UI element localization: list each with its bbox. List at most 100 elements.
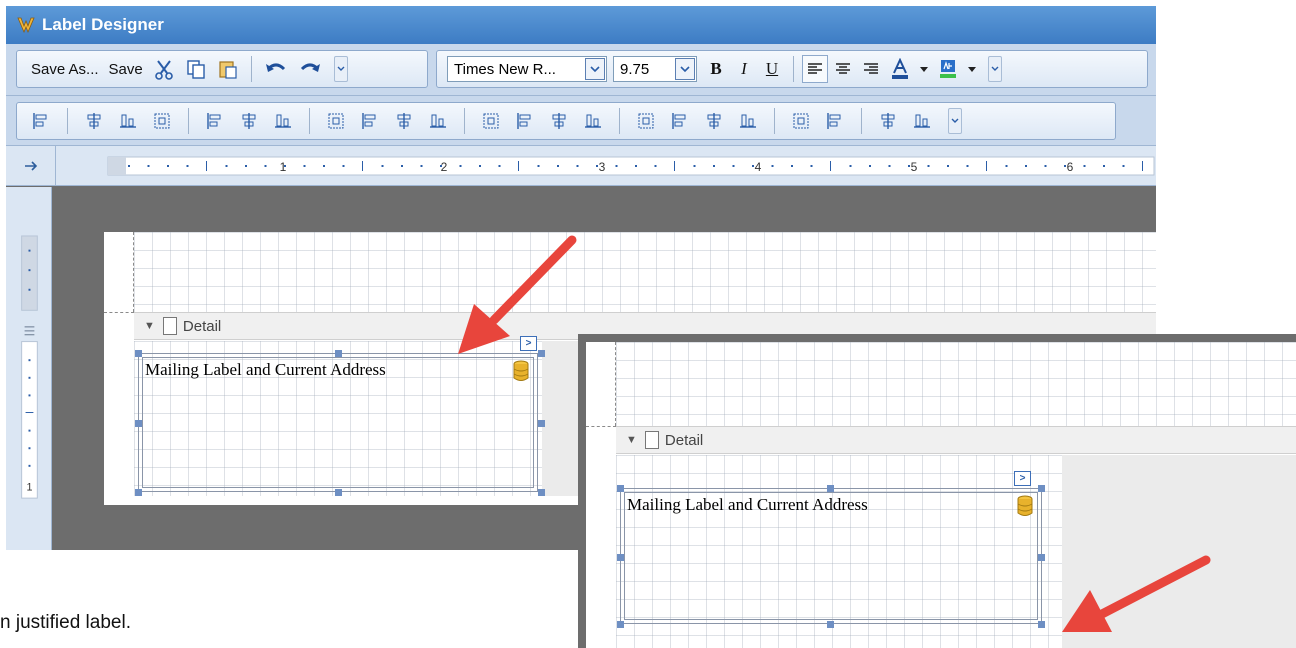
mailing-label-control[interactable]: Mailing Label and Current Address <box>138 353 538 492</box>
save-button[interactable]: Save <box>105 55 147 83</box>
horizontal-increase-spacing-button[interactable] <box>511 107 539 135</box>
center-horizontally-button[interactable] <box>787 107 815 135</box>
ruler-tick <box>167 165 169 167</box>
horizontal-equal-spacing-button[interactable] <box>477 107 505 135</box>
resize-handle[interactable] <box>827 485 834 492</box>
center-vertically-button[interactable] <box>821 107 849 135</box>
font-size-combo[interactable]: 9.75 <box>613 56 697 82</box>
resize-handle[interactable] <box>538 489 545 496</box>
resize-handle[interactable] <box>135 350 142 357</box>
font-name-combo[interactable]: Times New R... <box>447 56 607 82</box>
collapse-triangle-icon[interactable]: ▼ <box>626 434 637 446</box>
database-icon <box>513 360 529 381</box>
band-icon <box>644 431 659 449</box>
resize-handle[interactable] <box>617 485 624 492</box>
resize-handle[interactable] <box>1038 621 1045 628</box>
make-same-size-button[interactable] <box>424 107 452 135</box>
font-color-dropdown[interactable] <box>916 55 932 83</box>
make-same-width-icon <box>362 113 376 129</box>
resize-handle[interactable] <box>1038 554 1045 561</box>
resize-handle[interactable] <box>827 621 834 628</box>
italic-button[interactable]: I <box>731 55 757 83</box>
resize-handle[interactable] <box>1038 485 1045 492</box>
ruler-tick <box>303 165 306 167</box>
inset-mailing-label-control[interactable]: Mailing Label and Current Address <box>620 488 1042 624</box>
align-rights-button[interactable] <box>148 107 176 135</box>
highlight-button[interactable] <box>934 55 962 83</box>
ruler-tick <box>1025 165 1027 167</box>
resize-handle[interactable] <box>335 350 342 357</box>
bold-button[interactable]: B <box>703 55 729 83</box>
horizontal-remove-spacing-button[interactable] <box>579 107 607 135</box>
copy-button[interactable] <box>181 55 211 83</box>
resize-handle[interactable] <box>617 554 624 561</box>
align-center-button[interactable] <box>830 55 856 83</box>
toolbar-separator <box>793 56 794 82</box>
resize-handle[interactable] <box>135 420 142 427</box>
inset-report-page: ▼ Detail Mailing Label and Current Addre… <box>586 342 1296 648</box>
chevron-down-icon <box>590 65 600 72</box>
align-right-button[interactable] <box>858 55 884 83</box>
size-to-grid-button[interactable] <box>322 107 350 135</box>
toolbar-overflow-button[interactable] <box>333 56 348 82</box>
align-left-button[interactable] <box>802 55 828 83</box>
vertical-decrease-spacing-button[interactable] <box>700 107 728 135</box>
ruler-tick <box>1122 165 1125 167</box>
main-toolbar-row: Save As... Save Times New R... 9.75 B I … <box>6 44 1156 96</box>
toolbar-overflow-button[interactable] <box>948 108 962 134</box>
ruler-mark-3: 3 <box>599 160 606 174</box>
send-to-back-icon <box>914 114 930 128</box>
vertical-increase-spacing-button[interactable] <box>666 107 694 135</box>
align-middles-icon <box>242 113 256 129</box>
layout-toolbar <box>16 102 1116 140</box>
paste-button[interactable] <box>213 55 243 83</box>
highlight-dropdown[interactable] <box>964 55 980 83</box>
bring-to-front-button[interactable] <box>874 107 902 135</box>
ruler-tick <box>986 161 987 171</box>
cut-button[interactable] <box>149 55 179 83</box>
align-bottoms-button[interactable] <box>269 107 297 135</box>
horizontal-decrease-spacing-button[interactable] <box>545 107 573 135</box>
margin-guide <box>133 232 134 312</box>
align-centers-button[interactable] <box>114 107 142 135</box>
make-same-width-button[interactable] <box>356 107 384 135</box>
ruler-tick <box>342 165 345 167</box>
send-to-back-button[interactable] <box>908 107 936 135</box>
app-icon <box>17 17 35 34</box>
resize-handle[interactable] <box>335 489 342 496</box>
vertical-remove-spacing-button[interactable] <box>734 107 762 135</box>
vertical-equal-spacing-button[interactable] <box>632 107 660 135</box>
horizontal-decrease-spacing-icon <box>552 113 566 129</box>
paste-icon <box>219 61 237 79</box>
save-as-button[interactable]: Save As... <box>27 55 103 83</box>
align-centers-icon <box>120 114 136 128</box>
redo-button[interactable] <box>294 55 326 83</box>
toolbar-overflow-button[interactable] <box>988 56 1002 82</box>
toolbar-separator <box>250 56 252 82</box>
underline-button[interactable]: U <box>759 55 785 83</box>
resize-handle[interactable] <box>135 489 142 496</box>
file-edit-toolbar: Save As... Save <box>16 50 428 88</box>
font-color-button[interactable] <box>886 55 914 83</box>
font-size-dropdown-button[interactable] <box>675 58 695 80</box>
ruler-corner-button[interactable] <box>6 146 56 186</box>
margin-guide <box>615 342 616 426</box>
window-title: Label Designer <box>42 15 164 34</box>
smart-tag-button[interactable]: > <box>1014 471 1031 486</box>
align-lefts-button[interactable] <box>80 107 108 135</box>
vertical-remove-spacing-icon <box>740 114 756 128</box>
font-name-dropdown-button[interactable] <box>585 58 605 80</box>
align-to-grid-button[interactable] <box>27 107 55 135</box>
inset-header-grid <box>616 342 1296 426</box>
resize-handle[interactable] <box>538 420 545 427</box>
inset-detail-band-header[interactable]: ▼ Detail <box>616 426 1296 454</box>
resize-handle[interactable] <box>538 350 545 357</box>
align-tops-button[interactable] <box>201 107 229 135</box>
smart-tag-button[interactable]: > <box>520 336 537 351</box>
align-middles-button[interactable] <box>235 107 263 135</box>
make-same-height-button[interactable] <box>390 107 418 135</box>
collapse-triangle-icon[interactable]: ▼ <box>144 320 155 332</box>
undo-button[interactable] <box>260 55 292 83</box>
ruler-tick <box>674 161 675 171</box>
resize-handle[interactable] <box>617 621 624 628</box>
